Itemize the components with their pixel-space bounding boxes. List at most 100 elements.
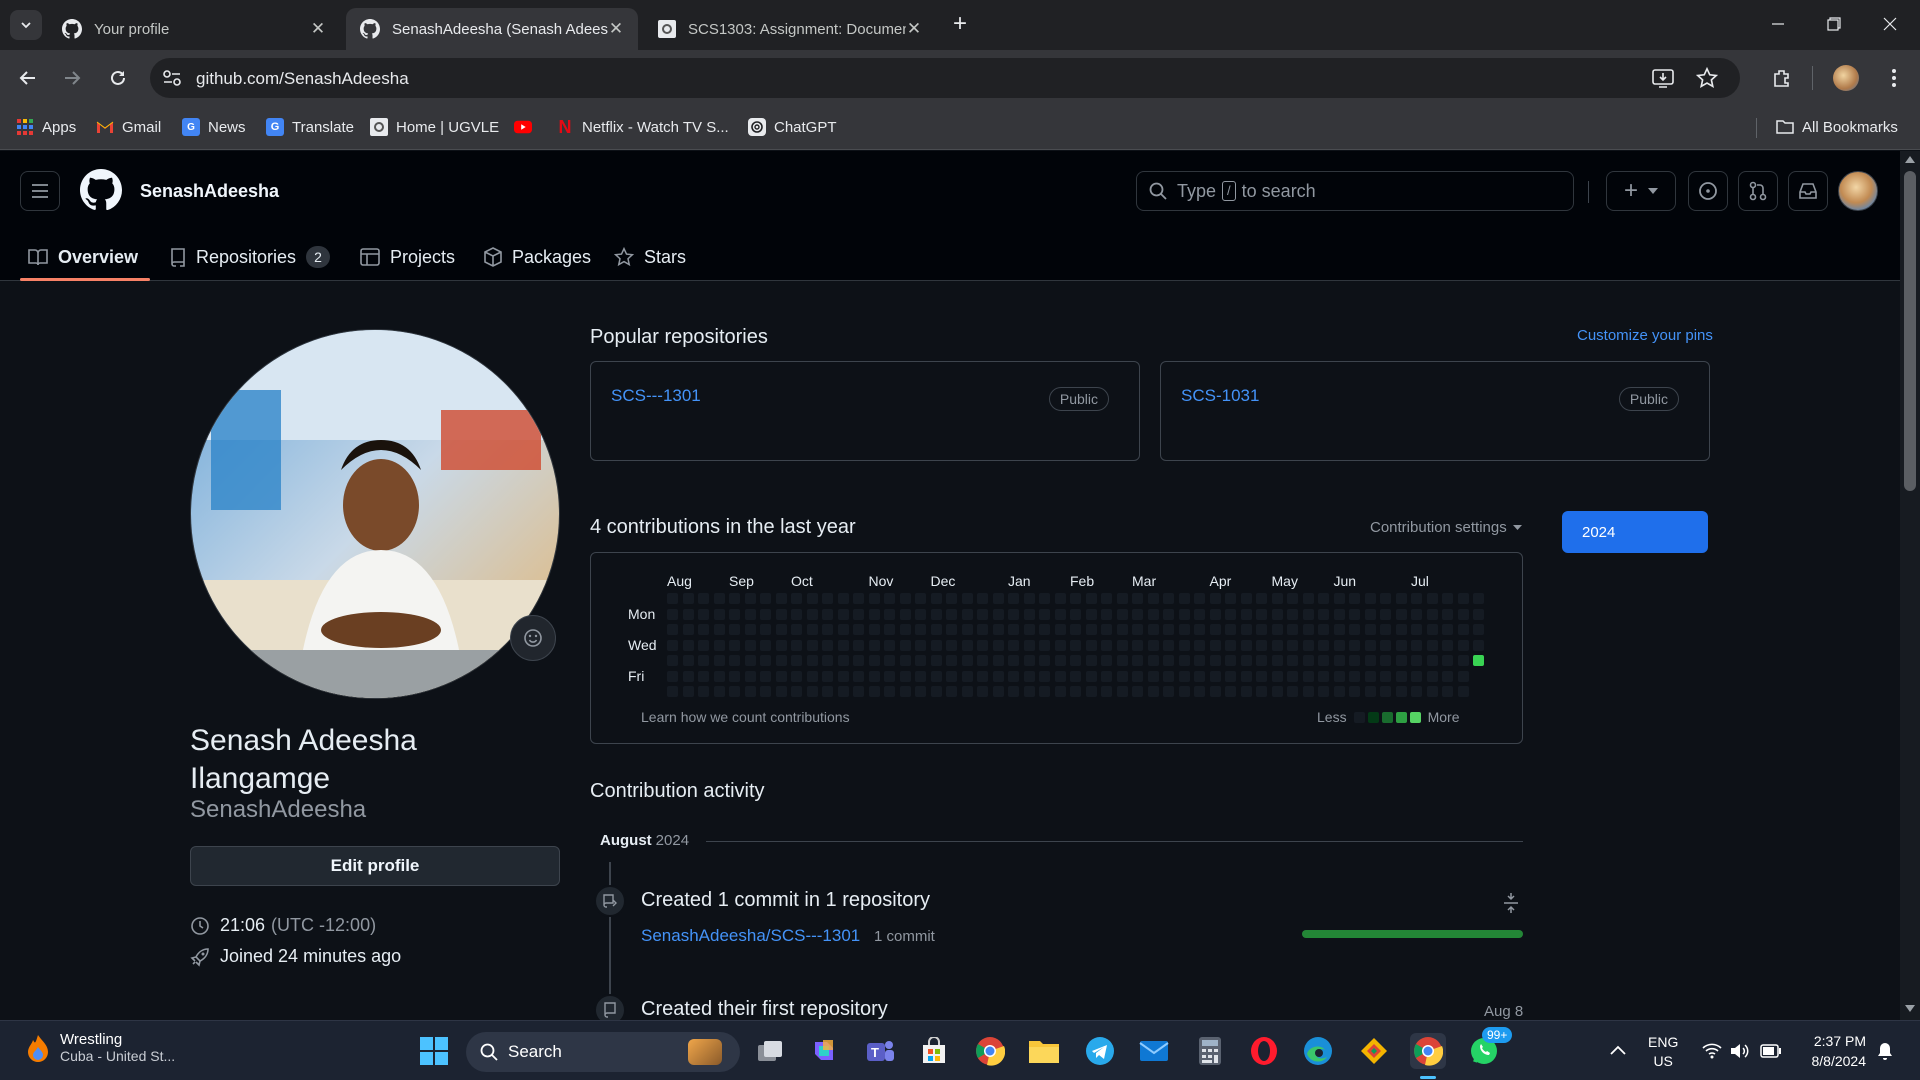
contribution-day-cell[interactable] xyxy=(713,686,725,697)
contribution-day-cell[interactable] xyxy=(899,639,911,651)
contribution-day-cell[interactable] xyxy=(930,686,942,697)
contribution-day-cell[interactable] xyxy=(977,655,988,666)
contribution-day-cell[interactable] xyxy=(775,624,787,635)
contribution-day-cell[interactable] xyxy=(1147,624,1159,635)
contribution-day-cell[interactable] xyxy=(1194,608,1205,620)
contribution-day-cell[interactable] xyxy=(1287,624,1298,635)
windows-start-icon[interactable] xyxy=(416,1033,452,1069)
contribution-day-cell[interactable] xyxy=(1380,593,1391,604)
tab-stars[interactable]: Stars xyxy=(614,233,686,281)
year-2024-button[interactable]: 2024 xyxy=(1562,511,1708,553)
contribution-day-cell[interactable] xyxy=(1225,624,1236,635)
profile-avatar-icon[interactable] xyxy=(1832,64,1860,92)
contribution-day-cell[interactable] xyxy=(1457,670,1469,682)
contribution-day-cell[interactable] xyxy=(1395,670,1407,682)
contribution-day-cell[interactable] xyxy=(1271,639,1283,651)
contribution-day-cell[interactable] xyxy=(1349,655,1360,666)
contribution-day-cell[interactable] xyxy=(961,655,973,666)
contribution-day-cell[interactable] xyxy=(868,608,880,620)
contribution-day-cell[interactable] xyxy=(1054,639,1066,651)
contribution-day-cell[interactable] xyxy=(1411,593,1422,604)
contribution-day-cell[interactable] xyxy=(729,593,740,604)
profile-avatar[interactable] xyxy=(190,329,560,699)
git-client-icon[interactable] xyxy=(1356,1033,1392,1069)
contribution-day-cell[interactable] xyxy=(822,686,833,697)
contribution-day-cell[interactable] xyxy=(1302,624,1314,635)
contribution-day-cell[interactable] xyxy=(822,593,833,604)
contribution-day-cell[interactable] xyxy=(961,608,973,620)
contribution-day-cell[interactable] xyxy=(992,593,1004,604)
contribution-day-cell[interactable] xyxy=(1225,639,1236,651)
contribution-day-cell[interactable] xyxy=(1380,686,1391,697)
contribution-day-cell[interactable] xyxy=(1023,686,1035,697)
contribution-day-cell[interactable] xyxy=(1147,670,1159,682)
contribution-day-cell[interactable] xyxy=(1302,655,1314,666)
contribution-day-cell[interactable] xyxy=(1039,670,1050,682)
contribution-day-cell[interactable] xyxy=(1333,608,1345,620)
contribution-day-cell[interactable] xyxy=(884,624,895,635)
create-new-dropdown[interactable]: + xyxy=(1606,171,1676,211)
contribution-day-cell[interactable] xyxy=(1473,655,1484,666)
contribution-day-cell[interactable] xyxy=(698,624,709,635)
scrollbar-thumb[interactable] xyxy=(1904,171,1916,491)
contribution-day-cell[interactable] xyxy=(1442,593,1453,604)
contribution-day-cell[interactable] xyxy=(713,655,725,666)
contribution-day-cell[interactable] xyxy=(1457,608,1469,620)
contribution-day-cell[interactable] xyxy=(791,639,802,651)
extensions-icon[interactable] xyxy=(1768,64,1796,92)
pull-requests-button[interactable] xyxy=(1738,171,1778,211)
contribution-day-cell[interactable] xyxy=(1240,593,1252,604)
microsoft-store-icon[interactable] xyxy=(916,1033,952,1069)
contribution-day-cell[interactable] xyxy=(1132,655,1143,666)
contribution-day-cell[interactable] xyxy=(1380,670,1391,682)
contribution-day-cell[interactable] xyxy=(1256,670,1267,682)
notification-bell-icon[interactable] xyxy=(1876,1041,1894,1061)
contribution-day-cell[interactable] xyxy=(1318,686,1329,697)
contribution-day-cell[interactable] xyxy=(698,593,709,604)
set-status-smiley-icon[interactable] xyxy=(510,615,556,661)
chrome-active-taskbar-icon[interactable] xyxy=(1410,1033,1446,1069)
bookmark-translate[interactable]: G Translate xyxy=(266,118,354,136)
contribution-day-cell[interactable] xyxy=(946,608,957,620)
contribution-day-cell[interactable] xyxy=(1116,593,1128,604)
tab-projects[interactable]: Projects xyxy=(360,233,455,281)
contribution-day-cell[interactable] xyxy=(1426,639,1438,651)
contribution-day-cell[interactable] xyxy=(1271,593,1283,604)
contribution-day-cell[interactable] xyxy=(682,624,694,635)
contribution-day-cell[interactable] xyxy=(1116,655,1128,666)
chrome-taskbar-icon[interactable] xyxy=(972,1033,1008,1069)
contribution-day-cell[interactable] xyxy=(1302,639,1314,651)
contribution-day-cell[interactable] xyxy=(729,670,740,682)
contribution-day-cell[interactable] xyxy=(1473,608,1484,620)
bookmark-ugvle[interactable]: Home | UGVLE xyxy=(370,118,499,136)
contribution-day-cell[interactable] xyxy=(1209,608,1221,620)
contribution-day-cell[interactable] xyxy=(775,670,787,682)
contribution-day-cell[interactable] xyxy=(1209,593,1221,604)
contribution-day-cell[interactable] xyxy=(760,670,771,682)
inbox-button[interactable] xyxy=(1788,171,1828,211)
contribution-day-cell[interactable] xyxy=(1318,593,1329,604)
contribution-day-cell[interactable] xyxy=(1442,639,1453,651)
contribution-day-cell[interactable] xyxy=(1101,655,1112,666)
contribution-day-cell[interactable] xyxy=(1008,670,1019,682)
contribution-day-cell[interactable] xyxy=(744,686,756,697)
contribution-day-cell[interactable] xyxy=(884,655,895,666)
bookmark-youtube[interactable] xyxy=(514,118,540,136)
contribution-day-cell[interactable] xyxy=(744,624,756,635)
contribution-day-cell[interactable] xyxy=(1039,686,1050,697)
contribution-day-cell[interactable] xyxy=(1163,593,1174,604)
contribution-day-cell[interactable] xyxy=(1178,670,1190,682)
contribution-day-cell[interactable] xyxy=(1209,639,1221,651)
contribution-day-cell[interactable] xyxy=(1101,686,1112,697)
tab-close-icon[interactable]: ✕ xyxy=(310,19,326,39)
contribution-day-cell[interactable] xyxy=(915,655,926,666)
contribution-day-cell[interactable] xyxy=(1473,639,1484,651)
contribution-day-cell[interactable] xyxy=(713,593,725,604)
contribution-day-cell[interactable] xyxy=(1318,639,1329,651)
activity-repo-link[interactable]: SenashAdeesha/SCS---1301 xyxy=(641,926,860,946)
language-indicator[interactable]: ENG US xyxy=(1648,1033,1678,1071)
contribution-day-cell[interactable] xyxy=(806,655,818,666)
hamburger-menu-button[interactable] xyxy=(20,171,60,211)
contribution-day-cell[interactable] xyxy=(1349,608,1360,620)
contribution-day-cell[interactable] xyxy=(1395,686,1407,697)
